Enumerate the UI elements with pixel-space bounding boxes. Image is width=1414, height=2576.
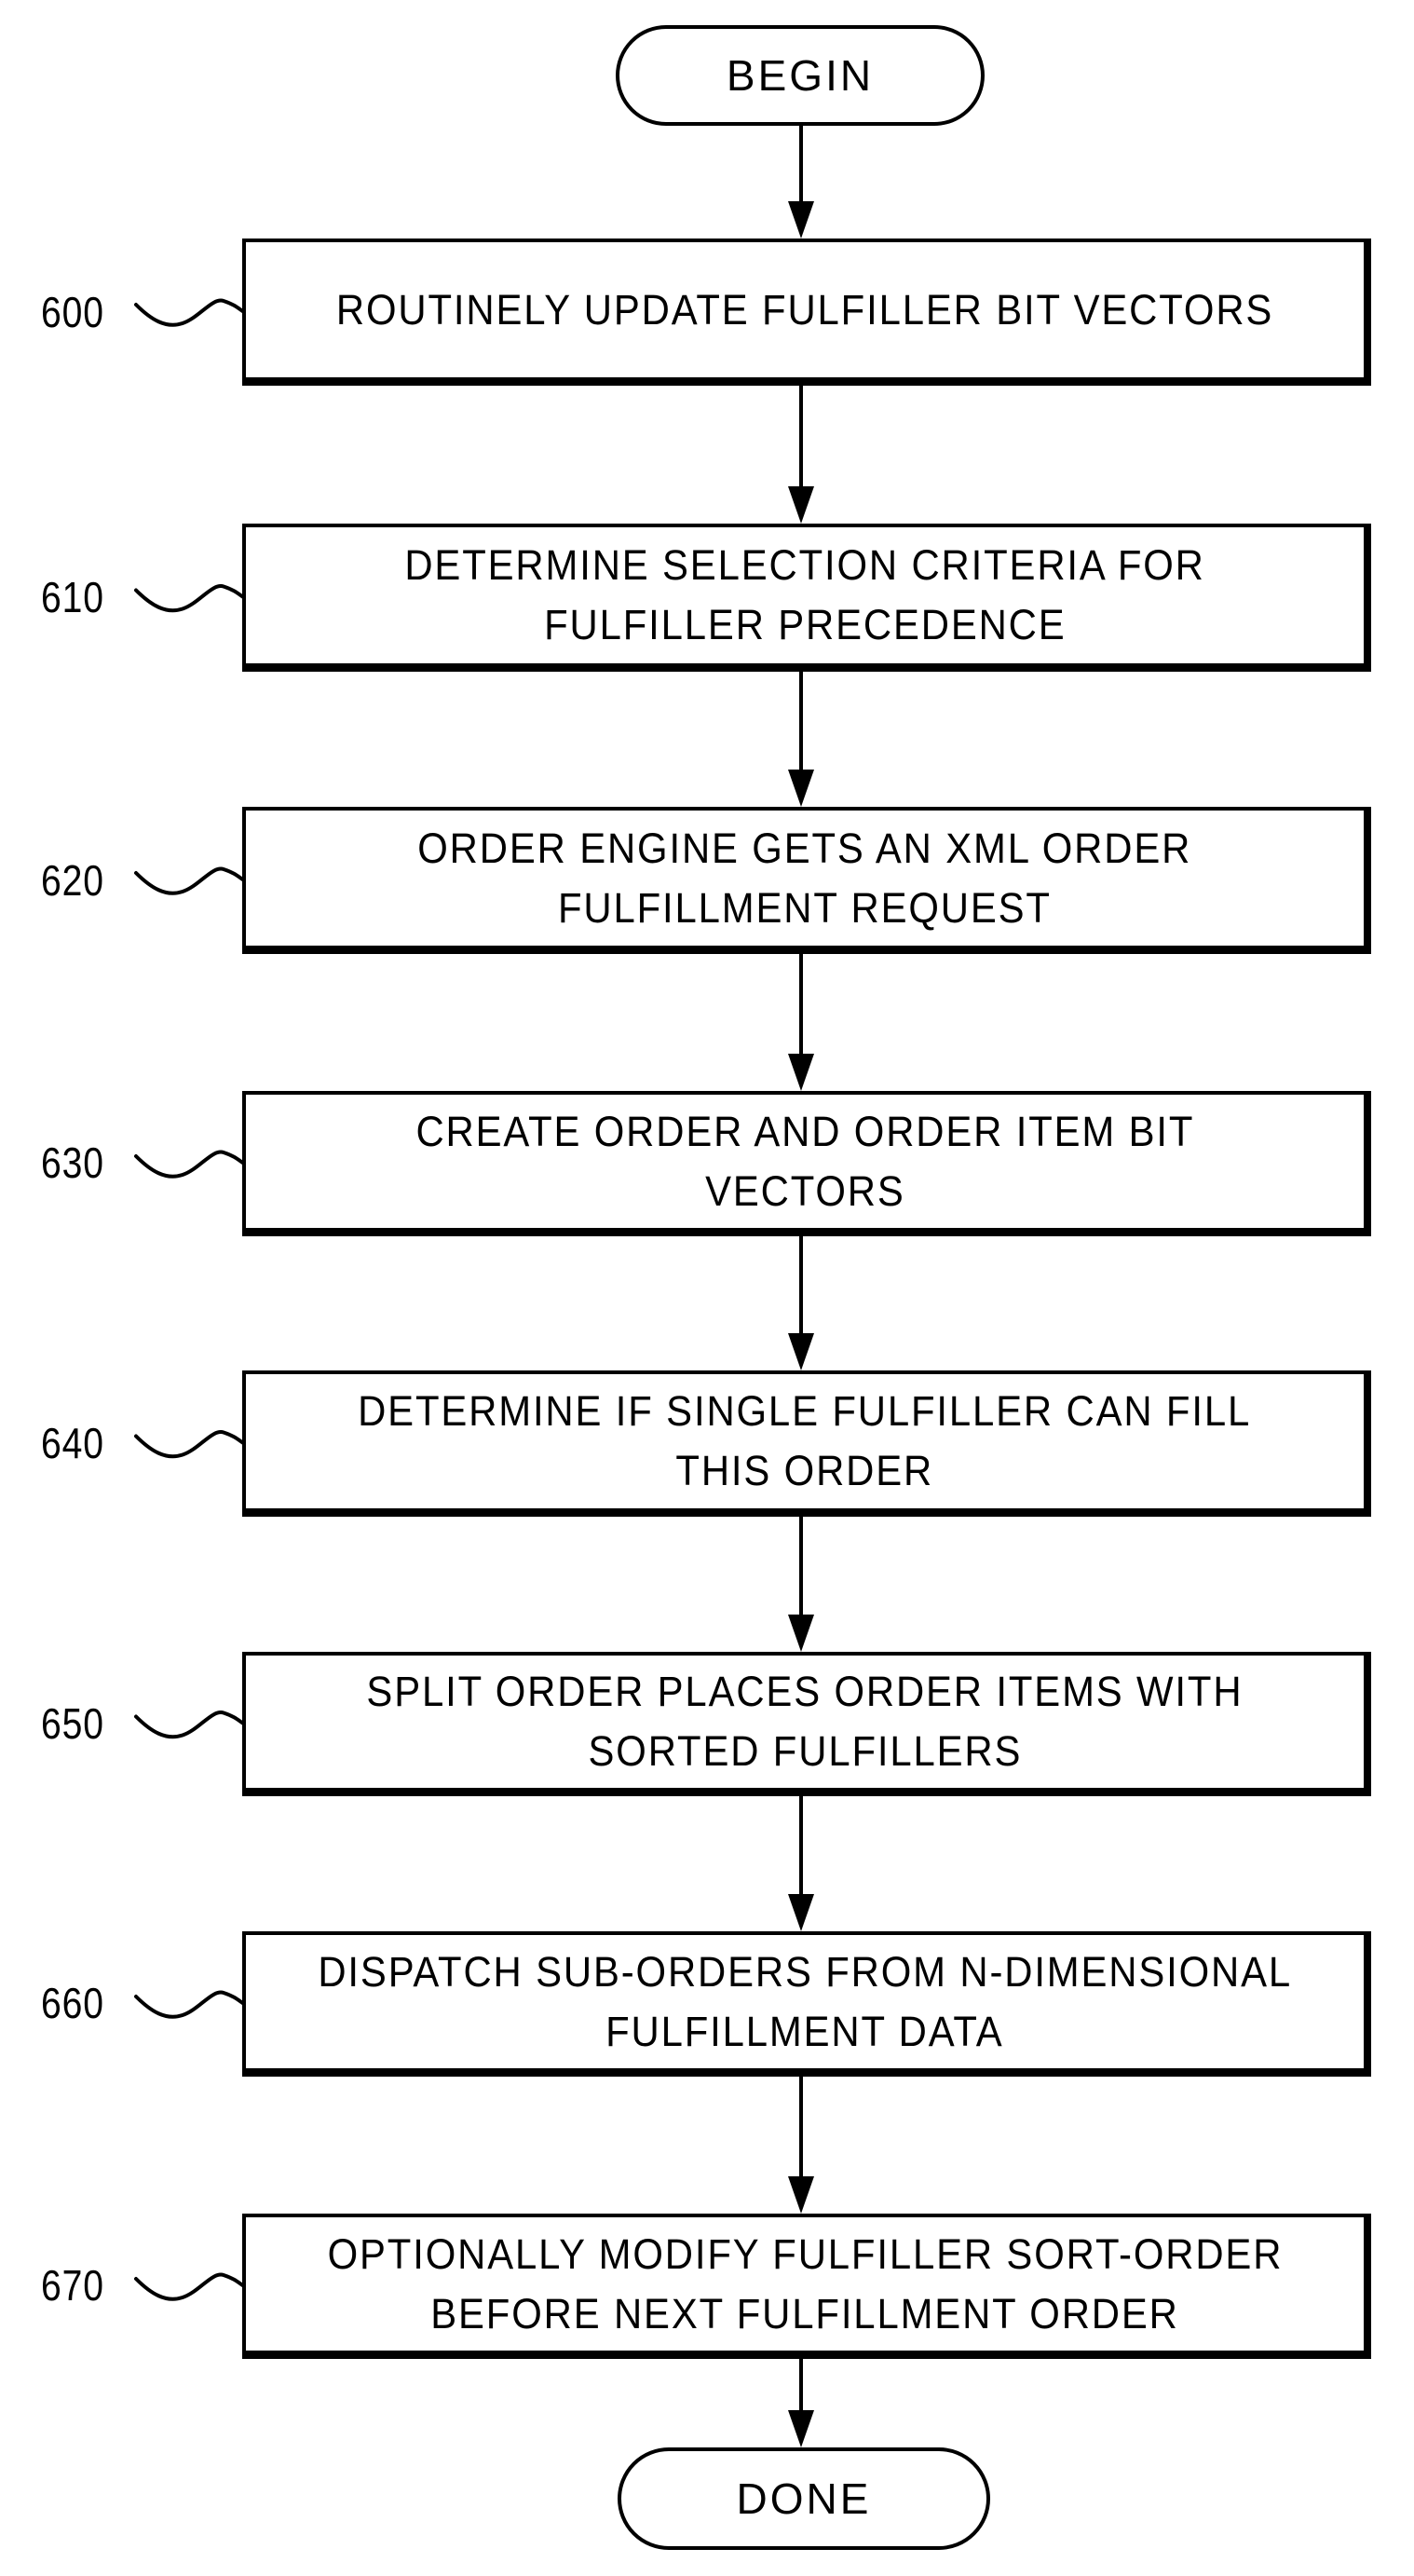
arrowhead-icon — [788, 1333, 814, 1370]
arrowhead-icon — [788, 2176, 814, 2214]
reference-leader-squiggle — [134, 1711, 246, 1739]
step-670-text-line-2: BEFORE NEXT FULFILLMENT ORDER — [430, 2289, 1179, 2337]
arrowhead-icon — [788, 770, 814, 807]
step-640-box: DETERMINE IF SINGLE FULFILLER CAN FILL T… — [242, 1370, 1371, 1517]
step-630-text-line-1: CREATE ORDER AND ORDER ITEM BIT — [415, 1107, 1194, 1155]
step-620-ref-number: 620 — [41, 856, 104, 905]
reference-leader-squiggle — [134, 1430, 246, 1459]
step-610-text-line-2: FULFILLER PRECEDENCE — [543, 601, 1067, 648]
step-660-box: DISPATCH SUB-ORDERS FROM N-DIMENSIONAL F… — [242, 1931, 1371, 2077]
step-610-text-line-1: DETERMINE SELECTION CRITERIA FOR — [404, 541, 1205, 589]
arrowhead-icon — [788, 201, 814, 239]
step-630-box: CREATE ORDER AND ORDER ITEM BIT VECTORS — [242, 1091, 1371, 1236]
step-630-ref-number: 630 — [41, 1138, 104, 1187]
step-670-ref-number: 670 — [41, 2261, 104, 2310]
begin-terminal: BEGIN — [616, 25, 985, 126]
connectors-layer — [134, 126, 814, 2447]
step-620-text-line-2: FULFILLMENT REQUEST — [558, 883, 1052, 932]
step-630-text-line-2: VECTORS — [704, 1166, 905, 1215]
step-660-ref-number: 660 — [41, 1979, 104, 2027]
step-600-text-line-1: ROUTINELY UPDATE FULFILLER BIT VECTORS — [335, 285, 1274, 334]
step-600-box: ROUTINELY UPDATE FULFILLER BIT VECTORS — [242, 239, 1371, 386]
reference-leader-squiggle — [134, 1150, 246, 1179]
step-620-text-line-1: ORDER ENGINE GETS AN XML ORDER — [417, 824, 1192, 872]
arrowhead-icon — [788, 1615, 814, 1652]
step-640-text-line-1: DETERMINE IF SINGLE FULFILLER CAN FILL — [358, 1387, 1252, 1435]
reference-leader-squiggle — [134, 2272, 246, 2301]
step-660-text-line-1: DISPATCH SUB-ORDERS FROM N-DIMENSIONAL — [318, 1947, 1292, 1996]
arrowhead-icon — [788, 1894, 814, 1931]
step-650-text-line-1: SPLIT ORDER PLACES ORDER ITEMS WITH — [366, 1668, 1244, 1715]
step-640-ref-number: 640 — [41, 1419, 104, 1467]
reference-leader-squiggle — [134, 866, 246, 895]
step-650-ref-number: 650 — [41, 1699, 104, 1748]
step-650-text-line-2: SORTED FULFILLERS — [588, 1727, 1022, 1775]
step-640-text-line-2: THIS ORDER — [675, 1447, 934, 1494]
step-610-ref-number: 610 — [41, 573, 104, 621]
step-650-box: SPLIT ORDER PLACES ORDER ITEMS WITH SORT… — [242, 1652, 1371, 1796]
step-670-text-line-1: OPTIONALLY MODIFY FULFILLER SORT-ORDER — [327, 2229, 1283, 2278]
begin-label: BEGIN — [726, 51, 875, 100]
done-terminal: DONE — [618, 2447, 990, 2550]
step-670-box: OPTIONALLY MODIFY FULFILLER SORT-ORDER B… — [242, 2214, 1371, 2359]
arrowhead-icon — [788, 2410, 814, 2447]
step-600-ref-number: 600 — [41, 288, 104, 336]
arrowhead-icon — [788, 1054, 814, 1091]
reference-leader-squiggle — [134, 1990, 246, 2019]
reference-leader-squiggle — [134, 298, 246, 327]
arrowhead-icon — [788, 486, 814, 524]
step-620-box: ORDER ENGINE GETS AN XML ORDER FULFILLME… — [242, 807, 1371, 954]
step-660-text-line-2: FULFILLMENT DATA — [605, 2007, 1004, 2055]
done-label: DONE — [736, 2474, 872, 2523]
reference-leader-squiggle — [134, 584, 246, 613]
step-610-box: DETERMINE SELECTION CRITERIA FOR FULFILL… — [242, 524, 1371, 672]
